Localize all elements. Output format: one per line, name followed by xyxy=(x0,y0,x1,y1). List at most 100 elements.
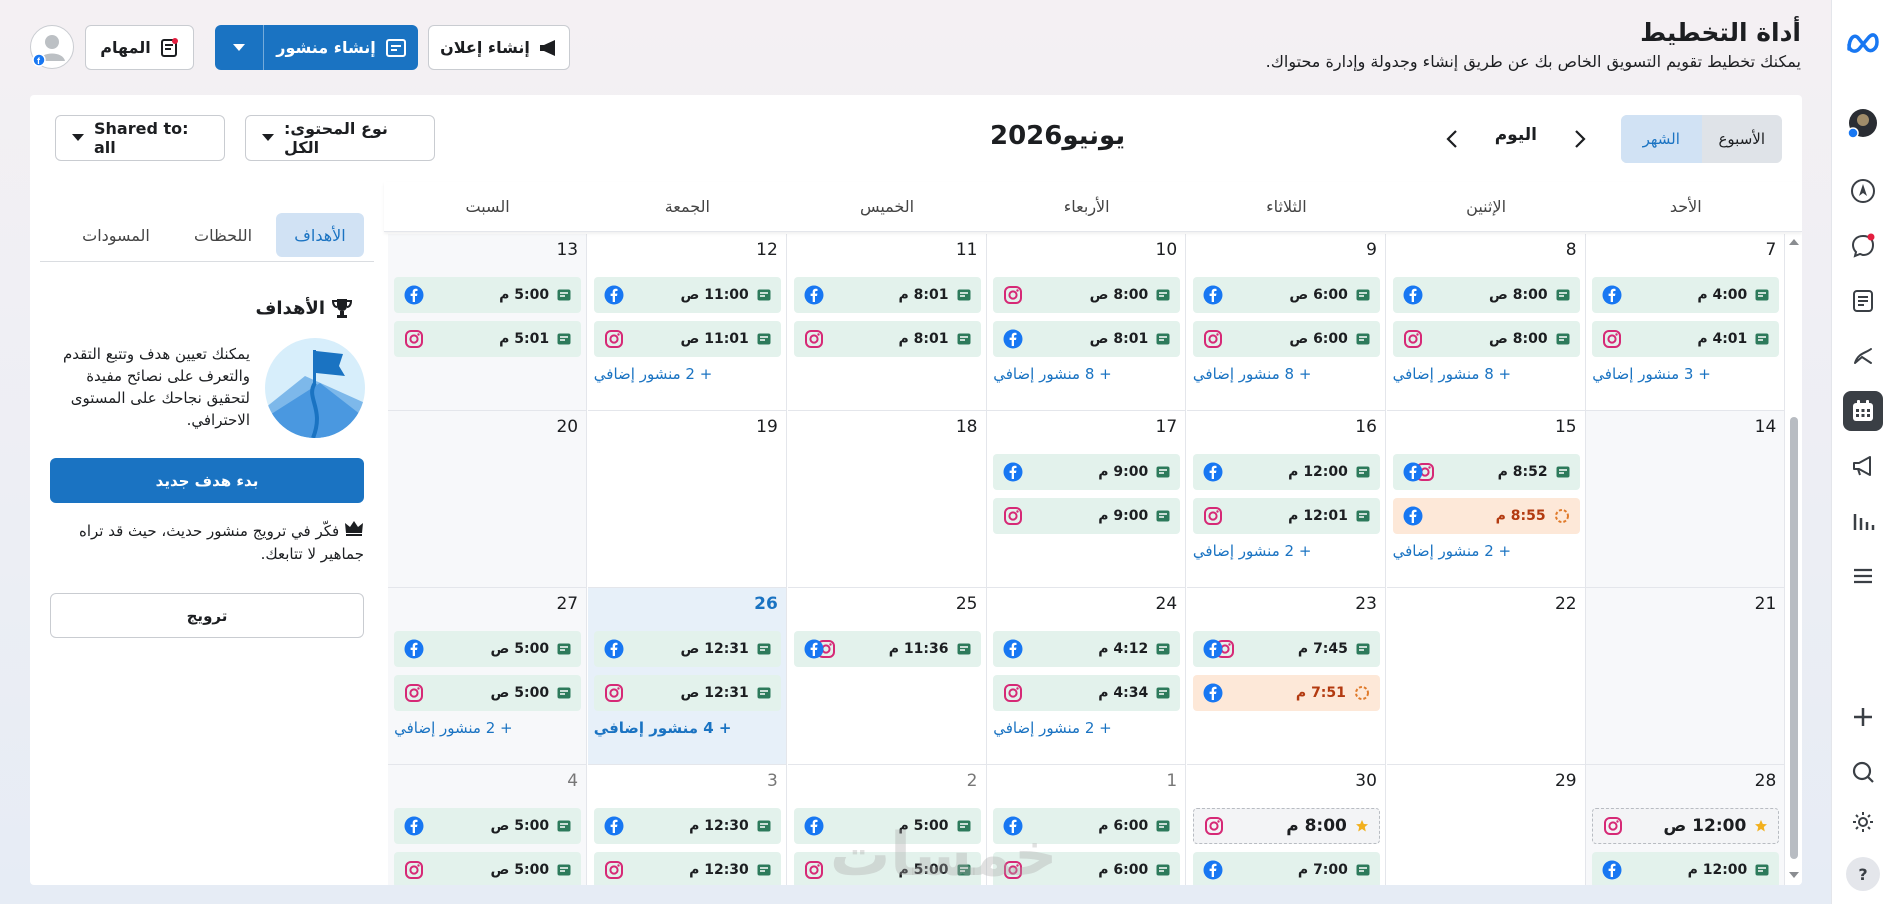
more-posts-link[interactable]: + 2 منشور إضافي xyxy=(1193,542,1312,560)
calendar-day-cell[interactable]: 7 4:00 م 4:01 م + 3 منشور إضافي xyxy=(1586,234,1786,411)
scheduled-post[interactable]: 11:01 ص xyxy=(593,321,781,357)
scheduled-post[interactable]: 8:01 ص xyxy=(993,321,1181,357)
scheduled-post[interactable]: 7:51 م xyxy=(1192,675,1380,711)
scheduled-post[interactable]: 5:00 ص xyxy=(394,631,582,667)
calendar-day-cell[interactable]: 12 11:00 ص 11:01 ص + 2 منشور إضافي xyxy=(587,234,787,411)
scheduled-post[interactable]: 9:00 م xyxy=(993,498,1181,534)
meta-logo-icon[interactable] xyxy=(1843,22,1883,62)
prev-month-button[interactable] xyxy=(1566,125,1594,153)
calendar-day-cell[interactable]: 18 xyxy=(787,411,987,588)
calendar-day-cell[interactable]: 16 12:00 م 12:01 م + 2 منشور إضافي xyxy=(1186,411,1386,588)
calendar-day-cell[interactable]: 15 8:52 م 8:55 م + 2 منشور إضافي xyxy=(1386,411,1586,588)
scheduled-post[interactable]: 11:00 ص xyxy=(593,277,781,313)
today-button[interactable]: اليوم xyxy=(1495,125,1537,145)
scheduled-post[interactable]: 12:00 م xyxy=(1592,852,1780,885)
calendar-day-cell[interactable]: 13 5:00 م 5:01 م xyxy=(388,234,588,411)
more-posts-link[interactable]: + 8 منشور إضافي xyxy=(993,365,1112,383)
account-avatar[interactable]: f xyxy=(30,25,74,69)
scheduled-post[interactable]: 6:00 ص xyxy=(1192,321,1380,357)
calendar-day-cell[interactable]: 28 12:00 ص 12:00 م xyxy=(1586,765,1786,885)
planner-calendar-icon[interactable] xyxy=(1843,391,1883,431)
shared-to-filter[interactable]: Shared to: all xyxy=(55,115,225,161)
menu-icon[interactable] xyxy=(1843,556,1883,596)
calendar-day-cell[interactable]: 17 9:00 م 9:00 م xyxy=(987,411,1187,588)
scheduled-post[interactable]: 8:52 م xyxy=(1392,454,1580,490)
scheduled-post[interactable]: 9:00 م xyxy=(993,454,1181,490)
create-post-button[interactable]: إنشاء منشور xyxy=(263,25,418,70)
calendar-day-cell[interactable]: 29 xyxy=(1386,765,1586,885)
scheduled-post[interactable]: 12:00 م xyxy=(1192,454,1380,490)
calendar-day-cell[interactable]: 21 xyxy=(1586,588,1786,765)
scheduled-post[interactable]: 8:01 م xyxy=(793,277,981,313)
scheduled-post[interactable]: 7:45 م xyxy=(1192,631,1380,667)
calendar-day-cell[interactable]: 9 6:00 ص 6:00 ص + 8 منشور إضافي xyxy=(1186,234,1386,411)
scheduled-post[interactable]: 4:00 م xyxy=(1592,277,1780,313)
create-post-dropdown-button[interactable] xyxy=(215,25,263,70)
scheduled-post[interactable]: 12:01 م xyxy=(1192,498,1380,534)
scheduled-post[interactable]: 4:01 م xyxy=(1592,321,1780,357)
calendar-day-cell[interactable]: 4 5:00 ص 5:00 ص xyxy=(388,765,588,885)
scheduled-post[interactable]: 8:00 م xyxy=(1192,808,1380,844)
scheduled-post[interactable]: 4:12 م xyxy=(993,631,1181,667)
calendar-day-cell[interactable]: 25 11:36 م xyxy=(787,588,987,765)
scheduled-post[interactable]: 11:36 م xyxy=(793,631,981,667)
calendar-day-cell[interactable]: 22 xyxy=(1386,588,1586,765)
calendar-day-cell[interactable]: 20 xyxy=(388,411,588,588)
help-icon[interactable]: ? xyxy=(1846,857,1880,891)
scheduled-post[interactable]: 12:30 م xyxy=(593,808,781,844)
calendar-day-cell[interactable]: 11 8:01 م 8:01 م xyxy=(787,234,987,411)
scheduled-post[interactable]: 12:31 ص xyxy=(593,675,781,711)
start-goal-button[interactable]: بدء هدف جديد xyxy=(50,458,364,503)
calendar-day-cell[interactable]: 19 xyxy=(587,411,787,588)
view-month-button[interactable]: الشهر xyxy=(1621,115,1702,163)
scheduled-post[interactable]: 7:00 م xyxy=(1192,852,1380,885)
more-posts-link[interactable]: + 8 منشور إضافي xyxy=(1393,365,1512,383)
megaphone-icon[interactable] xyxy=(1843,446,1883,486)
chat-icon[interactable] xyxy=(1843,226,1883,266)
settings-gear-icon[interactable] xyxy=(1843,802,1883,842)
calendar-day-cell[interactable]: 30 8:00 م 7:00 م xyxy=(1186,765,1386,885)
compass-icon[interactable] xyxy=(1843,171,1883,211)
plus-icon[interactable] xyxy=(1843,697,1883,737)
feed-icon[interactable] xyxy=(1843,336,1883,376)
scheduled-post[interactable]: 5:00 ص xyxy=(394,808,582,844)
scheduled-post[interactable]: 8:00 ص xyxy=(993,277,1181,313)
tab-drafts[interactable]: المسودات xyxy=(66,213,166,257)
calendar-day-cell[interactable]: 24 4:12 م 4:34 م + 2 منشور إضافي xyxy=(987,588,1187,765)
next-month-button[interactable] xyxy=(1438,125,1466,153)
more-posts-link[interactable]: + 2 منشور إضافي xyxy=(1393,542,1512,560)
calendar-day-cell[interactable]: 14 xyxy=(1586,411,1786,588)
content-type-filter[interactable]: نوع المحتوى: الكل xyxy=(245,115,435,161)
scheduled-post[interactable]: 12:31 ص xyxy=(593,631,781,667)
scheduled-post[interactable]: 12:00 ص xyxy=(1592,808,1780,844)
tab-goals[interactable]: الأهداف xyxy=(276,213,364,257)
more-posts-link[interactable]: + 2 منشور إضافي xyxy=(594,365,713,383)
scheduled-post[interactable]: 6:00 ص xyxy=(1192,277,1380,313)
create-ad-button[interactable]: إنشاء إعلان xyxy=(428,25,570,70)
tab-moments[interactable]: اللحظات xyxy=(177,213,269,257)
more-posts-link[interactable]: + 8 منشور إضافي xyxy=(1193,365,1312,383)
scheduled-post[interactable]: 4:34 م xyxy=(993,675,1181,711)
scheduled-post[interactable]: 8:00 ص xyxy=(1392,321,1580,357)
scheduled-post[interactable]: 8:00 ص xyxy=(1392,277,1580,313)
scrollbar-thumb[interactable] xyxy=(1790,417,1798,859)
scheduled-post[interactable]: 5:00 م xyxy=(394,277,582,313)
insights-icon[interactable] xyxy=(1843,501,1883,541)
more-posts-link[interactable]: + 2 منشور إضافي xyxy=(993,719,1112,737)
scheduled-post[interactable]: 8:01 م xyxy=(793,321,981,357)
more-posts-link[interactable]: + 4 منشور إضافي xyxy=(594,719,732,737)
more-posts-link[interactable]: + 3 منشور إضافي xyxy=(1592,365,1711,383)
tasks-button[interactable]: المهام xyxy=(85,25,194,70)
calendar-scrollbar[interactable] xyxy=(1786,232,1802,885)
posts-icon[interactable] xyxy=(1843,281,1883,321)
search-icon[interactable] xyxy=(1843,752,1883,792)
calendar-day-cell[interactable]: 27 5:00 ص 5:00 ص + 2 منشور إضافي xyxy=(388,588,588,765)
calendar-day-cell[interactable]: 8 8:00 ص 8:00 ص + 8 منشور إضافي xyxy=(1386,234,1586,411)
scheduled-post[interactable]: 5:00 ص xyxy=(394,675,582,711)
scheduled-post[interactable]: 5:01 م xyxy=(394,321,582,357)
promote-button[interactable]: ترويج xyxy=(50,593,364,638)
calendar-day-cell[interactable]: 3 12:30 م 12:30 م xyxy=(587,765,787,885)
scheduled-post[interactable]: 5:00 ص xyxy=(394,852,582,885)
calendar-day-cell[interactable]: 10 8:00 ص 8:01 ص + 8 منشور إضافي xyxy=(987,234,1187,411)
calendar-day-cell[interactable]: 23 7:45 م 7:51 م xyxy=(1186,588,1386,765)
